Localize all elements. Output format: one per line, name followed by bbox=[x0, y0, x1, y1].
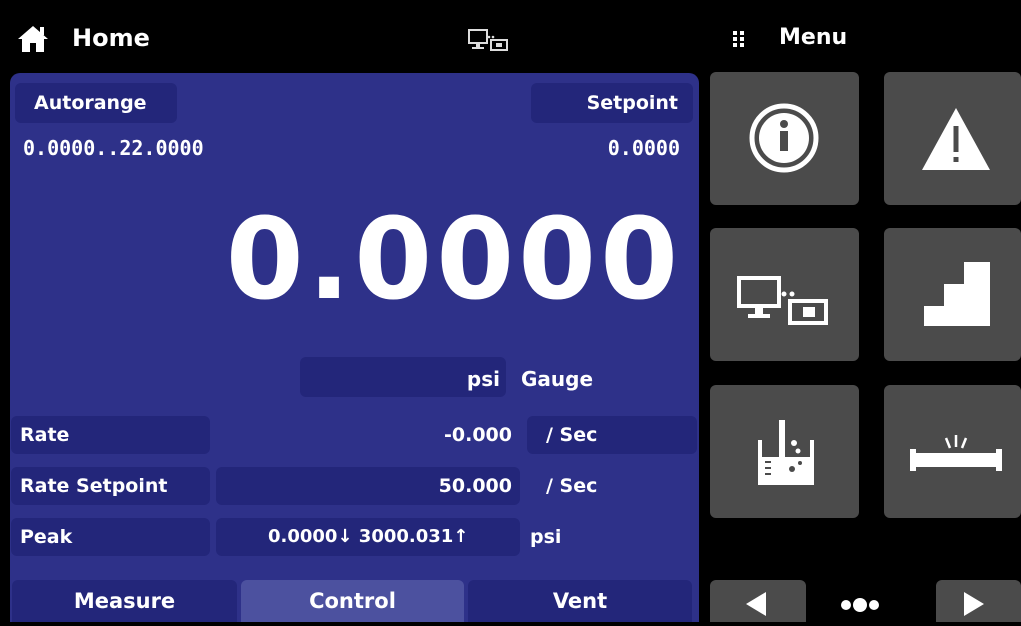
range-text: 0.0000..22.0000 bbox=[23, 136, 204, 160]
prev-arrow-icon bbox=[746, 592, 766, 616]
steps-tile[interactable] bbox=[884, 228, 1021, 361]
home-icon[interactable] bbox=[16, 24, 50, 54]
remote-icon bbox=[737, 276, 828, 325]
alert-tile[interactable] bbox=[884, 72, 1021, 205]
rate-value: -0.000 bbox=[444, 424, 512, 446]
prev-page-button[interactable] bbox=[710, 580, 806, 622]
menu-title[interactable]: Menu bbox=[779, 25, 847, 50]
home-title[interactable]: Home bbox=[72, 24, 150, 52]
pressure-reading: 0.0000 bbox=[225, 195, 682, 325]
unit-text: psi bbox=[466, 367, 500, 391]
alert-icon bbox=[922, 108, 990, 170]
remote-icon bbox=[467, 28, 511, 52]
peak-unit: psi bbox=[530, 526, 562, 548]
steps-icon bbox=[924, 262, 990, 326]
autorange-label: Autorange bbox=[34, 92, 147, 114]
tab-vent[interactable]: Vent bbox=[468, 580, 692, 622]
rate-setpoint-unit: / Sec bbox=[546, 475, 598, 497]
leak-tile[interactable] bbox=[884, 385, 1021, 518]
leak-icon bbox=[910, 435, 1002, 471]
info-tile[interactable] bbox=[710, 72, 859, 205]
rate-setpoint-value: 50.000 bbox=[438, 475, 512, 497]
mode-text: Gauge bbox=[521, 367, 594, 391]
tab-measure[interactable]: Measure bbox=[12, 580, 237, 622]
rate-label: Rate bbox=[20, 424, 70, 446]
page-dots-icon bbox=[841, 598, 879, 612]
peak-value: 0.0000↓ 3000.031↑ bbox=[268, 526, 469, 547]
peak-label: Peak bbox=[20, 526, 73, 548]
setpoint-value: 0.0000 bbox=[607, 136, 680, 160]
tab-control[interactable]: Control bbox=[241, 580, 464, 622]
remote-tile[interactable] bbox=[710, 228, 859, 361]
menu-dots-icon[interactable] bbox=[732, 30, 746, 48]
purge-icon bbox=[758, 420, 814, 485]
next-page-button[interactable] bbox=[936, 580, 1021, 622]
rate-unit: / Sec bbox=[546, 424, 598, 446]
info-icon bbox=[749, 103, 819, 173]
page-indicator bbox=[834, 590, 914, 616]
next-arrow-icon bbox=[964, 592, 984, 616]
rate-setpoint-label: Rate Setpoint bbox=[20, 475, 168, 497]
setpoint-label: Setpoint bbox=[586, 92, 678, 114]
purge-tile[interactable] bbox=[710, 385, 859, 518]
